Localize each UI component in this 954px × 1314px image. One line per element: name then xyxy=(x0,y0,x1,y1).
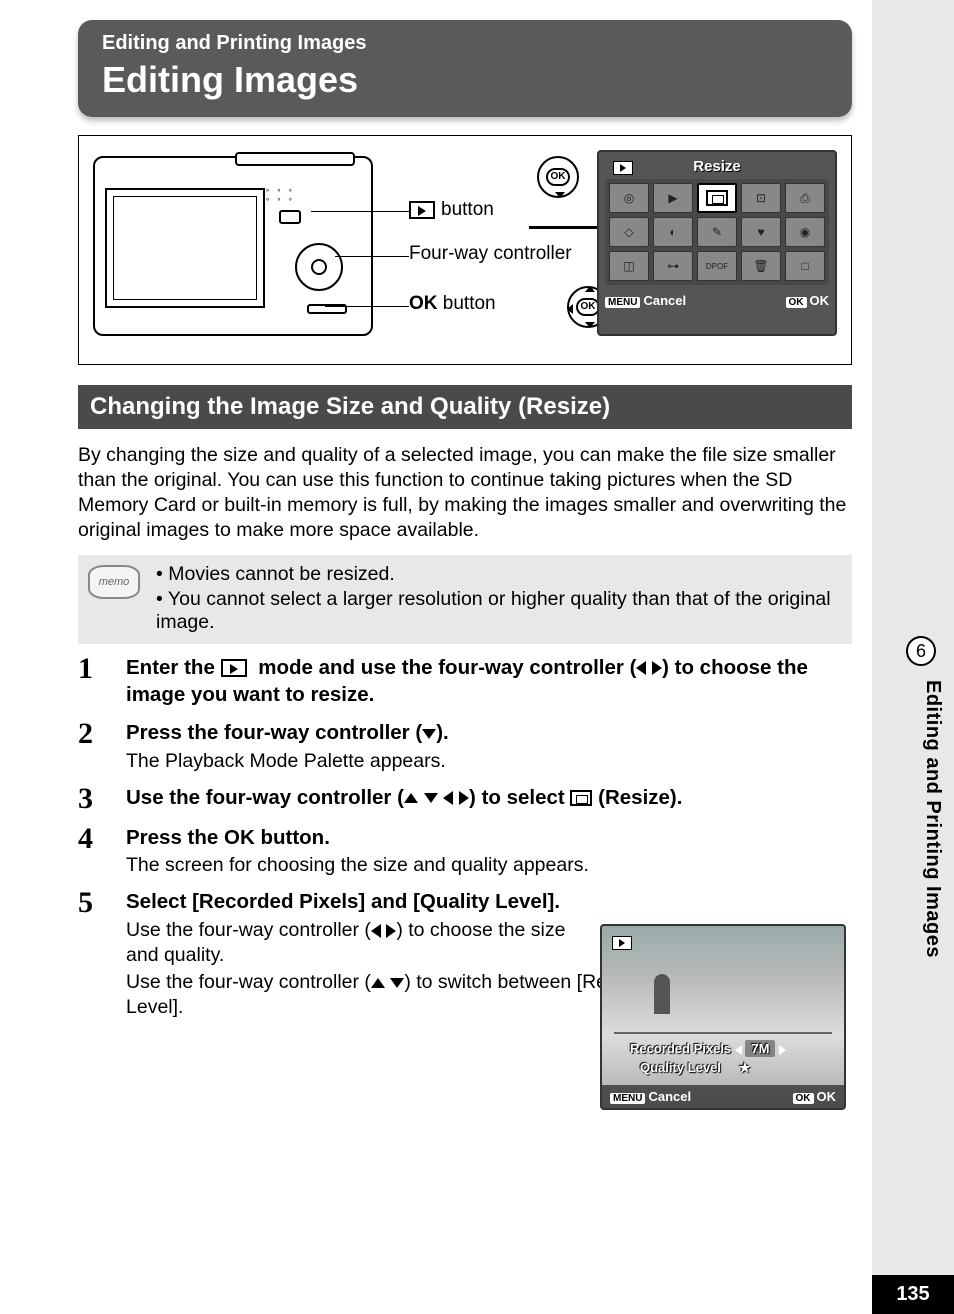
palette-cell: ◐ xyxy=(653,217,693,247)
palette-cell: ✎ xyxy=(697,217,737,247)
cancel-label: Cancel xyxy=(643,293,686,308)
palette-cell: 🗑 xyxy=(741,251,781,281)
lcd-footer: MENUCancel OKOK xyxy=(605,293,829,308)
ok-badge: OK xyxy=(786,297,807,308)
ok-button-label: button xyxy=(443,293,496,315)
memo-item: You cannot select a larger resolution or… xyxy=(156,588,838,634)
ok-text: OK xyxy=(224,826,255,849)
playback-icon xyxy=(409,201,435,219)
right-arrow-icon xyxy=(386,924,396,938)
right-arrow-icon xyxy=(459,791,469,805)
step-2: 2 Press the four-way controller (). The … xyxy=(78,719,852,774)
palette-grid: ◎ ▶ ⊡ ⎙ ◇ ◐ ✎ ♥ ◉ ◫ ⊶ DPOF 🗑 □ xyxy=(605,179,829,285)
page-content: Editing and Printing Images Editing Imag… xyxy=(0,0,872,1314)
step-number: 2 xyxy=(78,719,126,774)
left-arrow-icon xyxy=(735,1045,742,1055)
lcd-title: Resize xyxy=(605,158,829,175)
resize-icon xyxy=(570,790,592,806)
camera-illustration: ° ° °° ° ° xyxy=(93,156,393,346)
ok-text: OK xyxy=(409,293,438,315)
memo-icon: memo xyxy=(88,565,140,599)
breadcrumb: Editing and Printing Images xyxy=(102,32,828,55)
fourway-label: Four-way controller xyxy=(409,243,572,265)
left-arrow-icon xyxy=(443,791,453,805)
down-arrow-icon xyxy=(424,793,438,803)
memo-item: Movies cannot be resized. xyxy=(156,563,838,586)
section-heading: Changing the Image Size and Quality (Res… xyxy=(78,385,852,429)
recorded-pixels-label: Recorded Pixels xyxy=(630,1041,731,1056)
ok-badge: OK xyxy=(793,1093,814,1104)
palette-cell-resize xyxy=(697,183,737,213)
camera-diagram-box: ° ° °° ° ° button Four-way controller OK… xyxy=(78,135,852,365)
palette-cell: ♥ xyxy=(741,217,781,247)
ok-label: OK xyxy=(810,293,830,308)
step-3: 3 Use the four-way controller ( ) to sel… xyxy=(78,784,852,814)
page-number: 135 xyxy=(872,1275,954,1314)
palette-cell: ⊶ xyxy=(653,251,693,281)
up-arrow-icon xyxy=(404,793,418,803)
ok-circle-top-icon: OK xyxy=(537,156,579,198)
palette-cell: □ xyxy=(785,251,825,281)
step-4: 4 Press the OK button. The screen for ch… xyxy=(78,824,852,879)
right-arrow-icon xyxy=(779,1045,786,1055)
left-arrow-icon xyxy=(371,924,381,938)
menu-badge: MENU xyxy=(610,1093,645,1104)
playback-icon xyxy=(221,659,247,677)
right-arrow-icon xyxy=(652,661,662,675)
playback-mode-icon xyxy=(612,936,632,950)
play-button-label: button xyxy=(441,199,494,221)
menu-badge: MENU xyxy=(605,297,640,308)
palette-cell: ▶ xyxy=(653,183,693,213)
step-number: 5 xyxy=(78,888,126,1019)
page-title: Editing Images xyxy=(102,59,828,101)
palette-cell: DPOF xyxy=(697,251,737,281)
step-number: 4 xyxy=(78,824,126,879)
page-header: Editing and Printing Images Editing Imag… xyxy=(78,20,852,117)
chapter-title: Editing and Printing Images xyxy=(921,680,944,958)
quality-level-value: ★ xyxy=(739,1060,751,1075)
palette-cell: ◫ xyxy=(609,251,649,281)
palette-cell: ◎ xyxy=(609,183,649,213)
up-arrow-icon xyxy=(371,978,385,988)
ok-label: OK xyxy=(817,1089,837,1104)
recorded-pixels-value: 7M xyxy=(745,1040,775,1057)
down-arrow-icon xyxy=(422,729,436,739)
quality-level-label: Quality Level xyxy=(640,1060,721,1075)
resize-settings-screen: Recorded Pixels 7M Quality Level ★ MENUC… xyxy=(600,924,846,1110)
palette-cell: ◉ xyxy=(785,217,825,247)
intro-paragraph: By changing the size and quality of a se… xyxy=(78,443,852,543)
screen-footer: MENUCancel OKOK xyxy=(602,1085,844,1108)
chapter-number: 6 xyxy=(906,636,936,666)
playback-mode-icon xyxy=(613,161,633,175)
step-1: 1 Enter the mode and use the four-way co… xyxy=(78,654,852,709)
side-tab: 6 Editing and Printing Images 135 xyxy=(872,0,954,1314)
memo-box: memo Movies cannot be resized. You canno… xyxy=(78,555,852,644)
cancel-label: Cancel xyxy=(648,1089,691,1104)
step-number: 1 xyxy=(78,654,126,709)
palette-cell: ⎙ xyxy=(785,183,825,213)
palette-cell: ⊡ xyxy=(741,183,781,213)
left-arrow-icon xyxy=(636,661,646,675)
step-number: 3 xyxy=(78,784,126,814)
palette-cell: ◇ xyxy=(609,217,649,247)
down-arrow-icon xyxy=(390,978,404,988)
lcd-palette-screen: Resize ◎ ▶ ⊡ ⎙ ◇ ◐ ✎ ♥ ◉ ◫ ⊶ DPOF 🗑 □ ME… xyxy=(597,150,837,336)
